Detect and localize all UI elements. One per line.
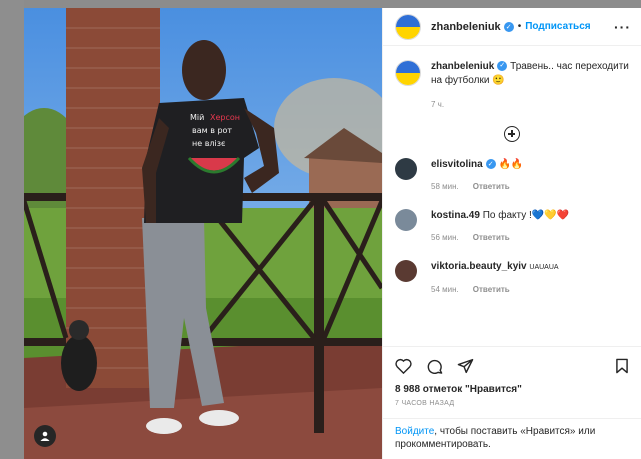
verified-icon: ✓: [485, 159, 496, 170]
shirt-text-2: Херсон: [210, 113, 240, 122]
caption-time: 7 ч.: [431, 100, 445, 109]
shirt-text-3: вам в рот: [192, 126, 232, 135]
comment-bubble-icon[interactable]: [426, 358, 443, 379]
bookmark-icon[interactable]: [615, 358, 629, 379]
comment-username[interactable]: kostina.49: [431, 210, 480, 221]
share-send-icon[interactable]: [457, 358, 474, 379]
verified-icon: ✓: [503, 21, 514, 32]
comment-avatar[interactable]: [395, 158, 417, 180]
post-photo[interactable]: Мій Херсон вам в рот не влізє: [24, 8, 382, 459]
login-link[interactable]: Войдите: [395, 426, 434, 437]
caption-avatar[interactable]: [395, 60, 421, 86]
comment-text: UAUAUA: [529, 264, 559, 271]
comment-item: viktoria.beauty_kyiv UAUAUA 54 мин. Ответ…: [383, 260, 641, 296]
like-heart-icon[interactable]: [395, 358, 412, 379]
author-username[interactable]: zhanbeleniuk: [431, 21, 501, 33]
caption-username[interactable]: zhanbeleniuk: [431, 61, 494, 72]
comment-avatar[interactable]: [395, 260, 417, 282]
comment-item: kostina.49 По факту !💙💛❤️ 56 мин. Ответит…: [383, 209, 641, 244]
follow-button[interactable]: Подписаться: [525, 21, 590, 32]
comment-text: 🔥🔥: [498, 159, 524, 170]
comment-avatar[interactable]: [395, 209, 417, 231]
author-avatar[interactable]: [395, 13, 421, 40]
post-header: zhanbeleniuk ✓ • Подписаться ···: [383, 8, 641, 46]
modal-backdrop[interactable]: [0, 0, 24, 459]
more-options-icon[interactable]: ···: [614, 19, 631, 35]
login-prompt: Войдите, чтобы поставить «Нравится» или …: [383, 418, 641, 457]
likes-count[interactable]: 8 988 отметок "Нравится": [395, 384, 522, 395]
action-bar: [383, 346, 641, 380]
reply-button[interactable]: Ответить: [473, 285, 510, 294]
comment-time: 56 мин.: [431, 233, 459, 242]
post-sidebar: zhanbeleniuk ✓ • Подписаться ··· zhanbel…: [382, 8, 641, 459]
shirt-text-4: не влізє: [192, 139, 225, 148]
comment-time: 58 мин.: [431, 182, 459, 191]
comment-username[interactable]: elisvitolina: [431, 159, 483, 170]
reply-button[interactable]: Ответить: [473, 233, 510, 242]
comment-item: elisvitolina ✓ 🔥🔥 58 мин. Ответить: [383, 158, 641, 193]
post-time-ago: 7 ЧАСОВ НАЗАД: [395, 400, 455, 407]
post-caption: zhanbeleniuk ✓ Травень.. час переходити н…: [383, 46, 641, 112]
comment-text: По факту !💙💛❤️: [482, 210, 570, 221]
comment-time: 54 мин.: [431, 285, 459, 294]
verified-icon: ✓: [497, 61, 508, 72]
reply-button[interactable]: Ответить: [473, 182, 510, 191]
load-more-comments[interactable]: [383, 126, 641, 142]
plus-circle-icon[interactable]: [504, 126, 520, 142]
comment-username[interactable]: viktoria.beauty_kyiv: [431, 261, 527, 272]
separator-dot: •: [517, 21, 522, 32]
post-modal: Мій Херсон вам в рот не влізє zhanbeleni…: [24, 8, 641, 459]
user-tag-icon[interactable]: [34, 425, 56, 447]
shirt-text-1: Мій: [190, 113, 204, 122]
